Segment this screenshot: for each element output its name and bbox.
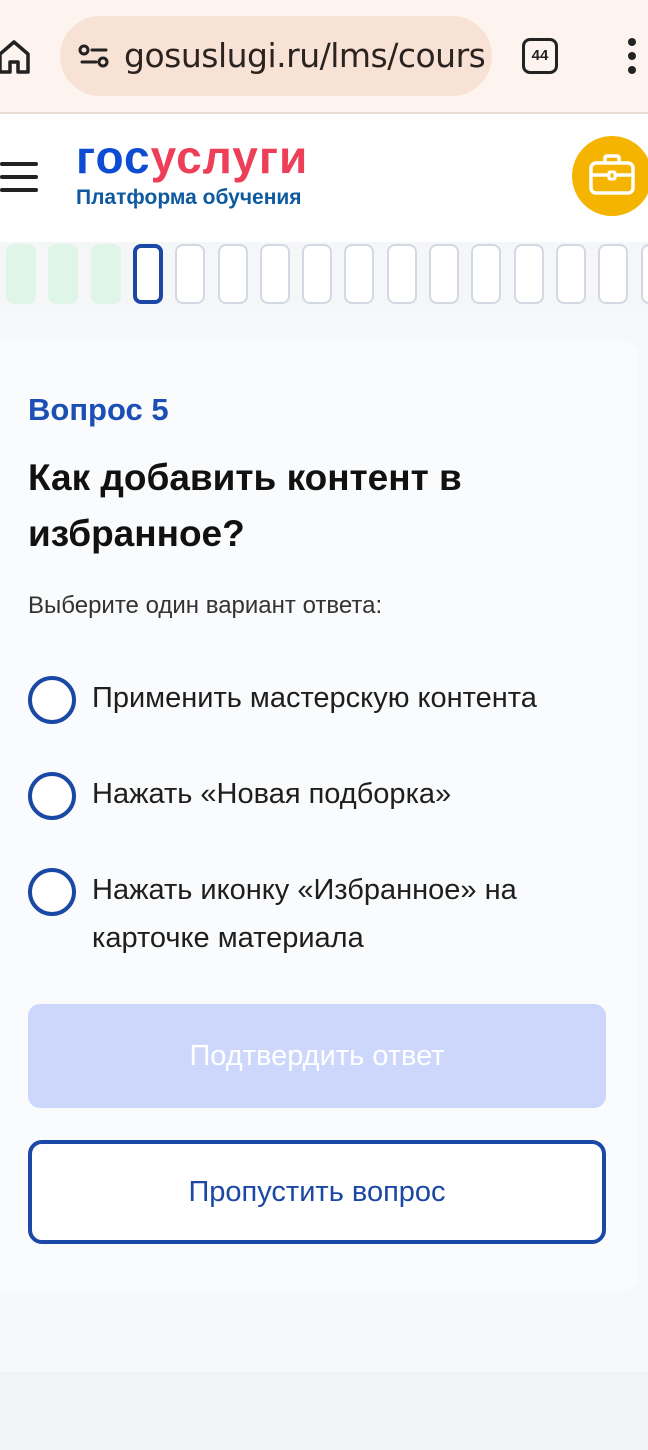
logo-part-uslugi: услуги [150,131,309,183]
platform-subtitle: Платформа обучения [76,186,302,209]
progress-step-current[interactable] [132,244,163,304]
logo-part-gos: гос [76,131,151,183]
progress-step-pending[interactable] [259,244,290,304]
progress-step-pending[interactable] [302,244,333,304]
question-card: Вопрос 5 Как добавить контент в избранно… [0,340,638,1292]
progress-step-pending[interactable] [640,244,648,304]
progress-step-pending[interactable] [555,244,586,304]
url-text[interactable]: gosuslugi.ru/lms/courses [124,16,484,96]
radio-button[interactable] [28,676,76,724]
progress-step-pending[interactable] [513,244,544,304]
gosuslugi-logo[interactable]: госуслуги [76,130,308,184]
option-label[interactable]: Нажать «Новая подборка» [92,770,602,818]
option-label[interactable]: Применить мастерскую контента [92,674,602,722]
skip-question-button[interactable]: Пропустить вопрос [28,1140,606,1244]
question-title: Как добавить контент в избранное? [28,457,462,554]
question-progress [0,242,648,312]
progress-step-pending[interactable] [386,244,417,304]
progress-step-pending[interactable] [175,244,206,304]
tab-switcher-button[interactable]: 44 [522,38,558,74]
site-settings-icon[interactable] [78,44,110,68]
progress-step-done[interactable] [90,244,121,304]
progress-step-pending[interactable] [344,244,375,304]
answer-instruction: Выберите один вариант ответа: [28,592,383,619]
more-menu-icon[interactable] [628,38,644,78]
address-bar[interactable]: gosuslugi.ru/lms/courses [60,16,492,96]
progress-step-done[interactable] [6,244,36,304]
progress-step-done[interactable] [48,244,79,304]
progress-step-pending[interactable] [429,244,459,304]
progress-step-pending[interactable] [217,244,248,304]
radio-button[interactable] [28,868,76,916]
option-label[interactable]: Нажать иконку «Избранное» на карточке ма… [92,866,602,962]
question-number: Вопрос 5 [28,392,169,427]
portfolio-button[interactable] [572,136,648,216]
site-header: госуслуги Платформа обучения [0,114,648,242]
footer-area [0,1372,648,1450]
home-icon[interactable] [0,36,34,76]
confirm-answer-button[interactable]: Подтвердить ответ [28,1004,606,1108]
radio-button[interactable] [28,772,76,820]
progress-step-pending[interactable] [471,244,502,304]
browser-toolbar: gosuslugi.ru/lms/courses 44 [0,0,648,114]
hamburger-menu-icon[interactable] [0,162,40,194]
briefcase-icon [589,154,635,195]
progress-step-pending[interactable] [598,244,629,304]
